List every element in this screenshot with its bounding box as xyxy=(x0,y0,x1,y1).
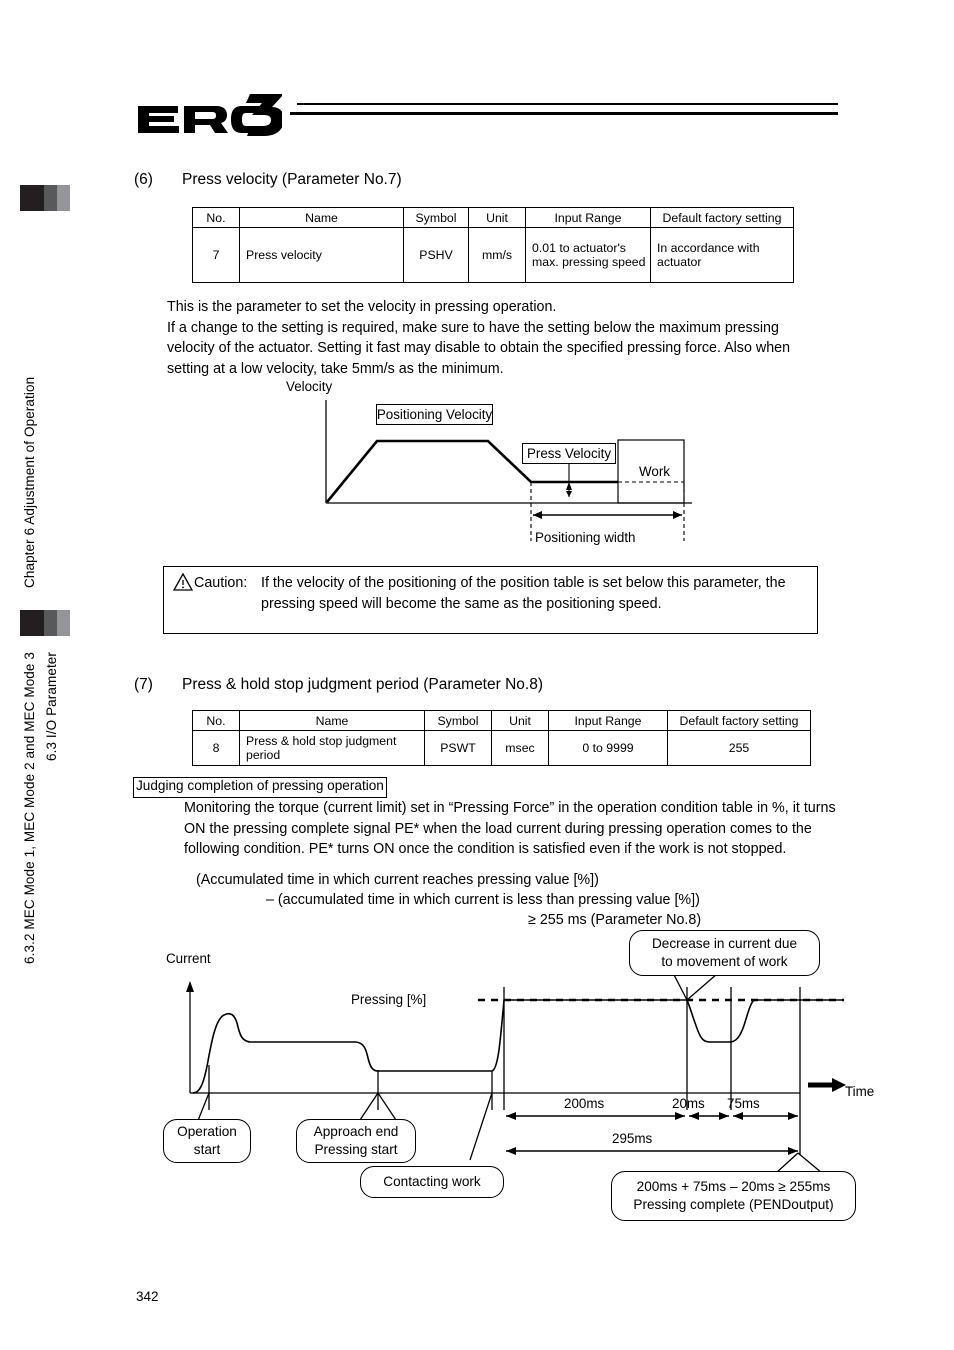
sidebar-tab-marker-chapter xyxy=(20,185,70,211)
cell-name: Press & hold stop judgment period xyxy=(239,730,425,766)
press-velocity-label: Press Velocity xyxy=(522,443,616,464)
interval-label-total-295ms: 295ms xyxy=(612,1131,653,1146)
col-unit: Unit xyxy=(468,207,526,228)
col-default: Default factory setting xyxy=(650,207,794,228)
callout-approach-end: Approach end Pressing start xyxy=(296,1119,416,1163)
parameter-table-8: No. Name Symbol Unit Input Range Default… xyxy=(192,710,811,766)
work-label: Work xyxy=(639,464,670,479)
section-6-body-text: This is the parameter to set the velocit… xyxy=(167,299,791,377)
cell-unit: mm/s xyxy=(468,227,526,283)
col-input-range: Input Range xyxy=(548,710,668,731)
cell-unit: msec xyxy=(491,730,549,766)
cell-default: In accordance with actuator xyxy=(650,227,794,283)
velocity-axis-label: Velocity xyxy=(286,379,333,394)
section-7-number: (7) xyxy=(134,676,153,693)
sidebar-section-label-1: 6.3 I/O Parameter xyxy=(44,652,59,761)
judging-completion-body: Monitoring the torque (current limit) se… xyxy=(184,800,836,857)
caution-text: If the velocity of the positioning of th… xyxy=(261,575,786,612)
callout-line: Approach end xyxy=(313,1124,399,1139)
section-6-title: Press velocity (Parameter No.7) xyxy=(182,171,402,188)
callout-pressing-complete: 200ms + 75ms – 20ms ≥ 255ms Pressing com… xyxy=(611,1171,856,1221)
chart-x-axis-label: Time xyxy=(845,1084,875,1099)
cell-symbol: PSWT xyxy=(424,730,492,766)
callout-line: Operation xyxy=(177,1124,237,1139)
current-time-chart xyxy=(160,965,850,1195)
callout-operation-start: Operation start xyxy=(163,1119,251,1163)
callout-decrease-in-current: Decrease in current due to movement of w… xyxy=(629,930,820,976)
callout-line: 200ms + 75ms – 20ms ≥ 255ms xyxy=(636,1179,831,1194)
judging-completion-heading: Judging completion of pressing operation xyxy=(133,777,387,798)
parameter-table-7: No. Name Symbol Unit Input Range Default… xyxy=(192,207,794,283)
callout-line: to movement of work xyxy=(661,954,788,969)
callout-line: start xyxy=(193,1142,221,1157)
col-no: No. xyxy=(192,207,240,228)
col-symbol: Symbol xyxy=(424,710,492,731)
sidebar-tab-marker-section xyxy=(20,610,70,636)
sidebar-chapter-label: Chapter 6 Adjustment of Operation xyxy=(22,376,37,588)
callout-line: Pressing start xyxy=(314,1142,398,1157)
cell-input-range: 0 to 9999 xyxy=(548,730,668,766)
cell-symbol: PSHV xyxy=(403,227,469,283)
chart-threshold-label: Pressing [%] xyxy=(351,992,427,1007)
caution-label: Caution: xyxy=(194,575,248,591)
positioning-velocity-label: Positioning Velocity xyxy=(376,404,493,425)
chart-y-axis-label: Current xyxy=(166,951,211,966)
section-6-number: (6) xyxy=(134,171,153,188)
positioning-width-label: Positioning width xyxy=(535,530,636,545)
col-name: Name xyxy=(239,710,425,731)
col-default: Default factory setting xyxy=(667,710,811,731)
col-name: Name xyxy=(239,207,404,228)
cell-name: Press velocity xyxy=(239,227,404,283)
header-rule-bottom xyxy=(290,112,838,115)
page-number: 342 xyxy=(136,1289,159,1304)
cell-default: 255 xyxy=(667,730,811,766)
formula-line-2: – (accumulated time in which current is … xyxy=(266,892,700,908)
interval-label-200ms: 200ms xyxy=(564,1096,605,1111)
col-unit: Unit xyxy=(491,710,549,731)
table-header-row: No. Name Symbol Unit Input Range Default… xyxy=(192,207,794,228)
section-7-title: Press & hold stop judgment period (Param… xyxy=(182,676,543,693)
formula-line-1: (Accumulated time in which current reach… xyxy=(196,872,599,888)
table-header-row: No. Name Symbol Unit Input Range Default… xyxy=(192,710,811,731)
table-row: 8 Press & hold stop judgment period PSWT… xyxy=(192,730,811,766)
erc3-logo xyxy=(132,90,282,140)
callout-line: Contacting work xyxy=(383,1174,481,1189)
cell-no: 7 xyxy=(192,227,240,283)
formula-line-3: ≥ 255 ms (Parameter No.8) xyxy=(528,912,702,928)
cell-input-range: 0.01 to actuator's max. pressing speed xyxy=(525,227,651,283)
header-rule-top xyxy=(297,103,838,105)
table-row: 7 Press velocity PSHV mm/s 0.01 to actua… xyxy=(192,227,794,283)
col-input-range: Input Range xyxy=(525,207,651,228)
col-no: No. xyxy=(192,710,240,731)
callout-contacting-work: Contacting work xyxy=(360,1166,504,1198)
callout-line: Pressing complete (PENDoutput) xyxy=(633,1197,834,1212)
col-symbol: Symbol xyxy=(403,207,469,228)
cell-no: 8 xyxy=(192,730,240,766)
callout-line: Decrease in current due xyxy=(651,936,798,951)
interval-label-20ms: 20ms xyxy=(672,1096,705,1111)
interval-label-75ms: 75ms xyxy=(727,1096,760,1111)
sidebar-section-label-2: 6.3.2 MEC Mode 1, MEC Mode 2 and MEC Mod… xyxy=(22,652,37,964)
